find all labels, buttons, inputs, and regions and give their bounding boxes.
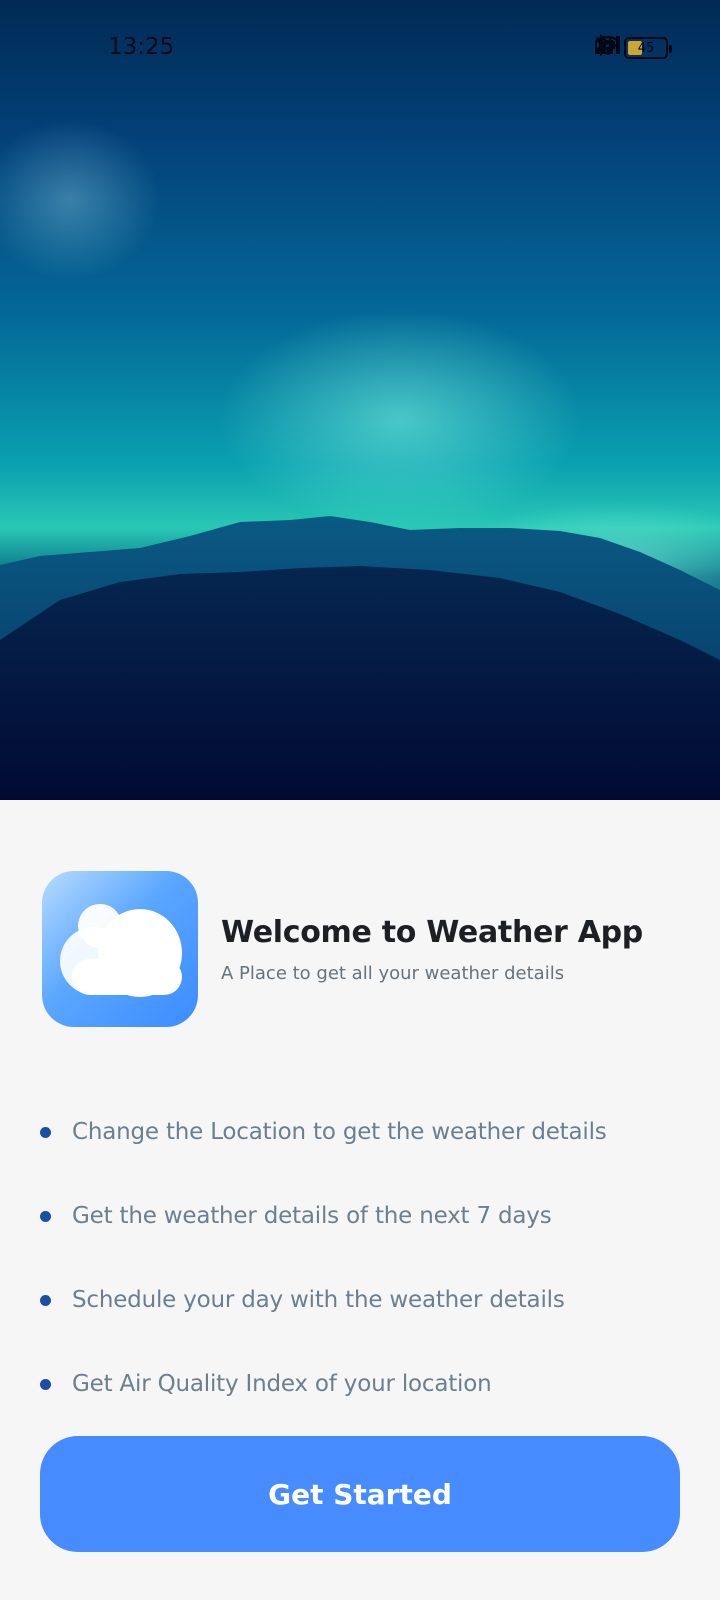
welcome-title: Welcome to Weather App <box>221 915 643 950</box>
status-bar: 13:25 Vo LTE <box>0 0 720 96</box>
welcome-screen: 13:25 Vo LTE <box>0 0 720 1600</box>
get-started-button[interactable]: Get Started <box>40 1436 680 1552</box>
feature-item: Change the Location to get the weather d… <box>40 1090 700 1174</box>
feature-text: Schedule your day with the weather detai… <box>72 1287 565 1313</box>
feature-text: Get the weather details of the next 7 da… <box>72 1203 552 1229</box>
bullet-icon <box>40 1378 51 1390</box>
cloud-icon <box>42 871 198 1027</box>
welcome-subtitle: A Place to get all your weather details <box>221 963 565 984</box>
feature-list: Change the Location to get the weather d… <box>40 1090 700 1426</box>
bullet-icon <box>40 1294 51 1306</box>
svg-text:x: x <box>595 34 600 43</box>
bullet-icon <box>40 1210 51 1222</box>
bullet-icon <box>40 1126 51 1138</box>
feature-item: Schedule your day with the weather detai… <box>40 1258 700 1342</box>
feature-text: Change the Location to get the weather d… <box>72 1119 607 1145</box>
battery-icon: 45 <box>624 37 672 59</box>
status-time: 13:25 <box>108 34 175 60</box>
battery-cap <box>669 45 672 53</box>
cloud-shape <box>60 904 182 997</box>
signal-icon-2: x <box>595 34 620 54</box>
battery-level: 45 <box>637 40 655 56</box>
feature-item: Get the weather details of the next 7 da… <box>40 1174 700 1258</box>
content-panel: Welcome to Weather App A Place to get al… <box>0 800 720 1600</box>
feature-text: Get Air Quality Index of your location <box>72 1371 492 1397</box>
hero-image: 13:25 Vo LTE <box>0 0 720 800</box>
feature-item: Get Air Quality Index of your location <box>40 1342 700 1426</box>
mountain-landscape <box>0 120 720 800</box>
status-icons: Vo LTE x 45 <box>594 34 672 62</box>
